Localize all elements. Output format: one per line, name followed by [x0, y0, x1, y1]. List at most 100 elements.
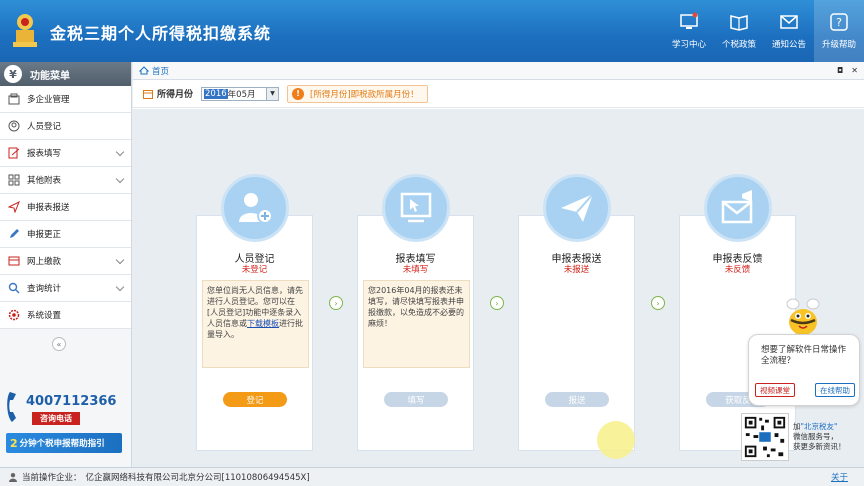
tab-home[interactable]: 首页	[139, 65, 169, 77]
top-nav-learning-center[interactable]: 学习中心	[664, 0, 714, 62]
assistant-question: 想要了解软件日常操作全流程？	[761, 345, 847, 366]
sidebar-item-label: 申报表报送	[27, 203, 70, 213]
phone-icon	[7, 392, 16, 422]
svg-text:?: ?	[836, 16, 842, 29]
chevron-down-icon	[115, 174, 125, 184]
chevron-down-icon	[115, 255, 125, 265]
download-template-link[interactable]: 下载模板	[247, 319, 279, 328]
chevron-down-icon	[115, 147, 125, 157]
user-icon	[9, 473, 17, 482]
card-status: 未报送	[563, 265, 590, 275]
submit-button[interactable]: 报送	[545, 392, 609, 407]
search-icon	[8, 282, 20, 294]
period-tip-text: [所得月份]即税款所属月份！	[310, 89, 419, 100]
sidebar-item-label: 其他附表	[27, 176, 62, 186]
top-nav: 学习中心 个税政策 通知公告 ? 升级帮助	[664, 0, 864, 62]
sidebar-item-query-statistics[interactable]: 查询统计	[0, 275, 131, 302]
period-bar: 所得月份 2016 年05月 ▼ ! [所得月份]即税款所属月份！	[133, 80, 864, 108]
sidebar-item-other-schedules[interactable]: 其他附表	[0, 167, 131, 194]
card-submit-declaration: 申报表报送 未报送 报送	[518, 174, 635, 451]
sidebar-item-declaration-correction[interactable]: 申报更正	[0, 221, 131, 248]
register-button[interactable]: 登记	[223, 392, 287, 407]
guide-prefix: 2	[10, 436, 18, 450]
cursor-highlight	[597, 421, 635, 459]
close-icon[interactable]: ✕	[851, 66, 858, 75]
card-status: 未填写	[402, 265, 429, 275]
sidebar-item-label: 系统设置	[27, 311, 62, 321]
period-label-text: 所得月份	[157, 90, 194, 100]
collapse-sidebar-button[interactable]: «	[52, 337, 66, 351]
company-icon	[8, 93, 20, 105]
sidebar-item-submit-declaration[interactable]: 申报表报送	[0, 194, 131, 221]
assistant-bubble: 想要了解软件日常操作全流程？ 视频课堂 在线帮助	[748, 334, 860, 406]
sidebar-item-form-fill[interactable]: 报表填写	[0, 140, 131, 167]
payment-icon	[8, 255, 20, 267]
period-rest: 年05月	[227, 89, 256, 100]
card-description: 您单位尚无人员信息，请先进行人员登记。您可以在[人员登记]功能中逐条录入人员信息…	[202, 280, 309, 368]
grid-icon	[8, 174, 20, 186]
online-help-button[interactable]: 在线帮助	[815, 383, 855, 397]
paper-plane-icon	[543, 174, 611, 242]
guide-banner[interactable]: 2 分钟个税申报帮助指引	[6, 433, 122, 453]
sidebar-item-label: 网上缴款	[27, 257, 62, 267]
top-nav-notices[interactable]: 通知公告	[764, 0, 814, 62]
edit-form-icon	[8, 147, 20, 159]
pencil-icon	[8, 228, 20, 240]
status-bar: 当前操作企业： 亿企赢网络科技有限公司北京分公司[11010806494545X…	[0, 467, 864, 486]
top-nav-tax-policy[interactable]: 个税政策	[714, 0, 764, 62]
card-status: 未反馈	[724, 265, 751, 275]
home-icon	[139, 66, 149, 75]
sidebar-item-label: 查询统计	[27, 284, 62, 294]
sidebar-item-label: 报表填写	[27, 149, 62, 159]
envelope-megaphone-icon	[704, 174, 772, 242]
sidebar-item-personnel-registration[interactable]: 人员登记	[0, 113, 131, 140]
app-header: 金税三期个人所得税扣缴系统 学习中心 个税政策 通知公告 ? 升级帮助	[0, 0, 864, 62]
hotline-label: 咨询电话	[32, 412, 80, 425]
card-personnel-registration: 人员登记 未登记 您单位尚无人员信息，请先进行人员登记。您可以在[人员登记]功能…	[196, 174, 313, 451]
user-icon	[8, 120, 20, 132]
qr-line2: 微信服务号，	[793, 432, 838, 441]
qr-line1-b: "北京税友"	[800, 422, 838, 431]
period-year: 2016	[204, 88, 228, 99]
sidebar-item-label: 人员登记	[27, 122, 62, 132]
app-title: 金税三期个人所得税扣缴系统	[50, 24, 272, 43]
form-cursor-icon	[382, 174, 450, 242]
card-description: 您2016年04月的报表还未填写，请尽快填写报表并申报缴款，以免造成不必要的麻烦…	[363, 280, 470, 368]
chevron-down-icon	[115, 282, 125, 292]
sidebar-item-online-payment[interactable]: 网上缴款	[0, 248, 131, 275]
card-desc-text: 您2016年04月的报表还未填写，请尽快填写报表并申报缴款，以免造成不必要的麻烦…	[368, 286, 464, 328]
restore-icon[interactable]: ◘	[837, 66, 843, 75]
top-nav-label: 个税政策	[721, 40, 756, 50]
sidebar-item-system-settings[interactable]: 系统设置	[0, 302, 131, 329]
next-step-icon: ›	[329, 296, 343, 310]
about-link[interactable]: 关于	[831, 471, 848, 483]
book-icon	[730, 15, 748, 31]
period-tip: ! [所得月份]即税款所属月份！	[287, 84, 428, 103]
top-nav-label: 学习中心	[671, 40, 706, 50]
tab-controls: ◘ ✕	[837, 66, 858, 75]
period-select[interactable]: 2016 年05月 ▼	[201, 86, 280, 101]
help-icon: ?	[830, 13, 848, 31]
card-status: 未登记	[241, 265, 268, 275]
sidebar-item-multi-company[interactable]: 多企业管理	[0, 86, 131, 113]
next-step-icon: ›	[651, 296, 665, 310]
period-label: 所得月份	[143, 87, 193, 100]
top-nav-label: 通知公告	[771, 40, 806, 50]
video-course-button[interactable]: 视频课堂	[755, 383, 795, 397]
current-company-label: 当前操作企业：	[22, 473, 82, 483]
chevron-left-icon: «	[56, 339, 62, 349]
guide-text: 分钟个税申报帮助指引	[19, 439, 105, 449]
calendar-icon	[143, 89, 153, 99]
sidebar: ¥ 功能菜单 多企业管理 人员登记 报表填写 其他附表 申报表报送 申报更正 网…	[0, 62, 132, 467]
top-nav-upgrade-help[interactable]: ? 升级帮助	[814, 0, 864, 62]
current-company: 亿企赢网络科技有限公司北京分公司[11010806494545X]	[85, 473, 310, 483]
fill-button[interactable]: 填写	[384, 392, 448, 407]
bee-mascot-icon	[786, 298, 820, 335]
chevron-down-icon[interactable]: ▼	[266, 87, 279, 100]
yuan-icon: ¥	[4, 65, 22, 83]
card-form-fill: 报表填写 未填写 您2016年04月的报表还未填写，请尽快填写报表并申报缴款，以…	[357, 174, 474, 451]
sidebar-header-label: 功能菜单	[30, 70, 70, 82]
tab-home-label: 首页	[152, 66, 170, 77]
qr-line1-a: 加	[793, 422, 801, 431]
qr-code-icon	[741, 413, 789, 461]
